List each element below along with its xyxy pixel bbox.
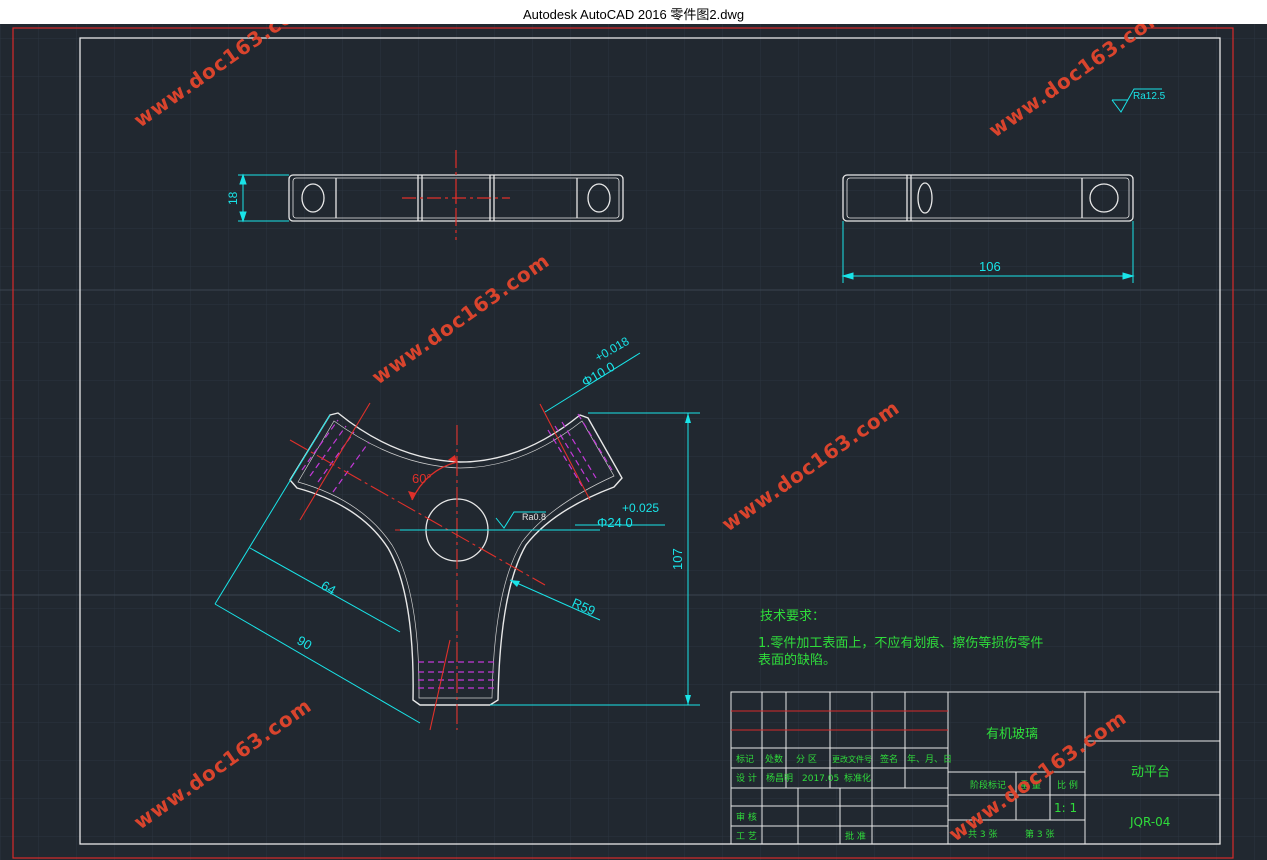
tb-sheet-no: 第 3 张 [1025, 828, 1054, 840]
tb-designer-label: 设 计 [736, 772, 757, 784]
tb-designer: 杨昌明 [766, 772, 793, 784]
tb-approve-label: 批 准 [845, 830, 866, 842]
angle-60-label: 60° [412, 471, 432, 486]
tb-scale-label: 比 例 [1057, 779, 1078, 791]
dim-106-label: 106 [979, 259, 1001, 274]
tb-h1: 处数 [765, 753, 783, 765]
dim-phi24-label: Φ24 0 [597, 515, 633, 530]
title-block-header: 标记 处数 分 区 更改文件号 签名 年、月、日 [736, 753, 952, 765]
tb-part-name: 动平台 [1131, 765, 1170, 780]
tech-notes-title: 技术要求： [760, 609, 825, 624]
tb-h0: 标记 [736, 753, 754, 765]
dim-phi24-tol: +0.025 [622, 501, 659, 515]
tb-scale: 1: 1 [1054, 801, 1077, 815]
tb-drawing-no: JQR-04 [1129, 815, 1170, 829]
cad-drawing[interactable]: 18 106 Ra12.5 60° 64 90 R59 107 Φ10 0 +0… [0, 24, 1267, 860]
tech-notes-line2: 表面的缺陷。 [758, 652, 836, 668]
tb-h5: 年、月、日 [907, 753, 952, 765]
ra-general-label: Ra12.5 [1133, 91, 1166, 102]
ra-bore-label: Ra0.8 [522, 512, 546, 522]
tb-review-label: 审 核 [736, 811, 757, 823]
tb-material: 有机玻璃 [986, 727, 1038, 742]
tb-date: 2017.05 [802, 774, 839, 784]
tb-process-label: 工 艺 [736, 831, 757, 842]
window-title-bar: Autodesk AutoCAD 2016 零件图2.dwg [0, 0, 1267, 25]
drawing-canvas[interactable]: 18 106 Ra12.5 60° 64 90 R59 107 Φ10 0 +0… [0, 24, 1267, 860]
tb-h3: 更改文件号 [832, 754, 872, 764]
tb-h2: 分 区 [796, 754, 817, 765]
window-title: Autodesk AutoCAD 2016 零件图2.dwg [522, 7, 745, 22]
tb-std-label: 标准化 [844, 772, 871, 784]
tb-h4: 签名 [880, 753, 898, 765]
dim-107-label: 107 [670, 548, 685, 570]
dim-18-label: 18 [226, 191, 240, 205]
tech-notes-line1: 1.零件加工表面上，不应有划痕、擦伤等损伤零件 [758, 635, 1043, 651]
